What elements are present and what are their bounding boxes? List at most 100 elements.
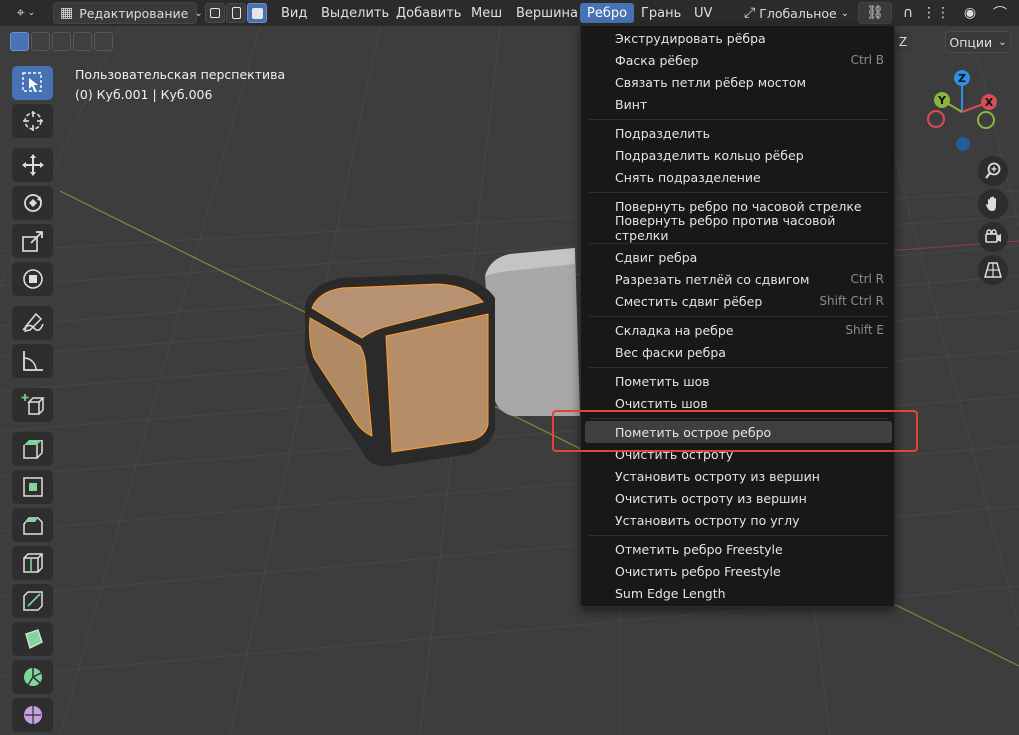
mode-selector[interactable]: ▦ Редактирование ⌄ [53, 2, 203, 24]
menu-item-sum-edge-length[interactable]: Sum Edge Length [585, 582, 892, 604]
rotate-tool[interactable] [12, 186, 53, 220]
highlight-annotation-box [552, 410, 918, 452]
smooth-icon [23, 706, 42, 724]
poly-build-tool[interactable] [12, 622, 53, 656]
annotate-tool[interactable] [12, 306, 53, 340]
menu-item-extrude-edges[interactable]: Экструдировать рёбра [585, 27, 892, 49]
menu-item-clear-sharp-from-vertices[interactable]: Очистить остроту из вершин [585, 487, 892, 509]
menu-mesh[interactable]: Меш [464, 3, 509, 23]
zoom-button[interactable] [978, 156, 1008, 186]
gizmo-neg-z-axis[interactable] [956, 137, 970, 151]
snap-increment-icon: ⋮⋮ [922, 5, 950, 21]
menu-item-mark-seam[interactable]: Пометить шов [585, 370, 892, 392]
mirror-z-toggle[interactable]: Z [894, 32, 912, 52]
menu-item-edge-slide[interactable]: Сдвиг ребра [585, 246, 892, 268]
select-subtract-button[interactable] [52, 32, 71, 51]
magnet-icon: ∩ [902, 5, 914, 21]
transform-tool[interactable] [12, 262, 53, 296]
navigation-gizmo[interactable]: Z Y X [922, 66, 1006, 156]
move-tool[interactable] [12, 148, 53, 182]
menu-edge[interactable]: Ребро [580, 3, 635, 23]
menu-item-offset-edge-slide[interactable]: Сместить сдвиг рёбер Shift Ctrl R [585, 290, 892, 312]
spin-tool[interactable] [12, 660, 53, 694]
menu-item-bevel-edges[interactable]: Фаска рёбер Ctrl B [585, 49, 892, 71]
menu-separator [589, 316, 888, 317]
editor-type-icon: ⌖ [16, 5, 25, 21]
svg-text:Z: Z [958, 72, 966, 85]
bevel-tool[interactable] [12, 508, 53, 542]
menu-vertex[interactable]: Вершина [509, 3, 585, 23]
menu-item-un-subdivide[interactable]: Снять подразделение [585, 166, 892, 188]
add-cube-icon [21, 394, 45, 415]
pivot-point-button[interactable]: ⛓ [858, 2, 892, 24]
select-new-button[interactable] [10, 32, 29, 51]
pan-button[interactable] [978, 189, 1008, 219]
poly-build-icon [24, 629, 43, 650]
select-box-icon [21, 72, 42, 92]
camera-view-button[interactable] [978, 222, 1008, 252]
proportional-falloff-button[interactable]: ⌒ [986, 2, 1014, 24]
menu-item-mark-sharp-from-vertices[interactable]: Установить остроту из вершин [585, 465, 892, 487]
proportional-edit-icon: ◉ [963, 5, 977, 21]
toggle-perspective-button[interactable] [978, 255, 1008, 285]
transform-orientation-selector[interactable]: ⤢ Глобальное ⌄ [740, 2, 853, 24]
select-box-tool[interactable] [12, 66, 53, 100]
menu-item-set-sharpness-by-angle[interactable]: Установить остроту по углу [585, 509, 892, 531]
menu-item-edge-crease[interactable]: Складка на ребре Shift E [585, 319, 892, 341]
add-cube-tool[interactable] [12, 388, 53, 422]
chevron-down-icon: ⌄ [27, 8, 36, 18]
chevron-down-icon: ⌄ [998, 36, 1007, 48]
inset-faces-icon [22, 477, 43, 497]
edit-mode-icon: ▦ [60, 5, 74, 21]
measure-tool[interactable] [12, 344, 53, 378]
menu-separator [589, 535, 888, 536]
options-label: Опции [949, 34, 993, 50]
knife-tool[interactable] [12, 584, 53, 618]
move-icon [21, 154, 44, 176]
svg-text:X: X [985, 96, 994, 109]
mode-label: Редактирование [79, 5, 189, 21]
extrude-region-tool[interactable] [12, 432, 53, 466]
gizmo-neg-y-axis[interactable] [977, 111, 995, 129]
menu-face[interactable]: Грань [634, 3, 688, 23]
spin-icon [23, 668, 42, 686]
menu-view[interactable]: Вид [274, 3, 314, 23]
loop-cut-tool[interactable] [12, 546, 53, 580]
inset-faces-tool[interactable] [12, 470, 53, 504]
snap-target-button[interactable]: ⋮⋮ [920, 2, 952, 24]
vertex-select-mode-button[interactable] [205, 3, 225, 23]
menu-item-subdivide-edge-ring[interactable]: Подразделить кольцо рёбер [585, 144, 892, 166]
selection-tool-modes [10, 32, 113, 52]
menu-add[interactable]: Добавить [389, 3, 468, 23]
menu-uv[interactable]: UV [687, 3, 719, 23]
menu-item-screw[interactable]: Винт [585, 93, 892, 115]
menu-item-subdivide[interactable]: Подразделить [585, 122, 892, 144]
snap-toggle-button[interactable]: ∩ [898, 2, 918, 24]
select-extend-button[interactable] [31, 32, 50, 51]
loop-cut-icon [22, 553, 43, 573]
face-select-mode-button[interactable] [247, 3, 267, 23]
gizmo-neg-x-axis[interactable] [927, 110, 945, 128]
menu-item-mark-freestyle-edge[interactable]: Отметить ребро Freestyle [585, 538, 892, 560]
orientation-label: Глобальное [759, 5, 837, 21]
menu-item-clear-freestyle-edge[interactable]: Очистить ребро Freestyle [585, 560, 892, 582]
menu-select[interactable]: Выделить [314, 3, 396, 23]
smooth-tool[interactable] [12, 698, 53, 732]
scale-tool[interactable] [12, 224, 53, 258]
select-intersect-button[interactable] [94, 32, 113, 51]
falloff-curve-icon: ⌒ [993, 6, 1007, 22]
menu-item-rotate-edge-ccw[interactable]: Повернуть ребро против часовой стрелки [585, 213, 892, 243]
edge-menu-dropdown: Экструдировать рёбра Фаска рёбер Ctrl B С… [580, 25, 895, 607]
editor-type-button[interactable]: ⌖ ⌄ [6, 2, 46, 24]
menu-item-loop-cut-slide[interactable]: Разрезать петлёй со сдвигом Ctrl R [585, 268, 892, 290]
menu-item-bridge-edge-loops[interactable]: Связать петли рёбер мостом [585, 71, 892, 93]
edge-select-mode-button[interactable] [226, 3, 246, 23]
cursor-tool[interactable] [12, 104, 53, 138]
menu-separator [589, 192, 888, 193]
bevel-icon [22, 517, 43, 535]
menu-item-edge-bevel-weight[interactable]: Вес фаски ребра [585, 341, 892, 363]
cursor-icon [22, 111, 43, 131]
proportional-edit-button[interactable]: ◉ [958, 2, 982, 24]
options-dropdown[interactable]: Опции ⌄ [945, 31, 1011, 53]
select-invert-button[interactable] [73, 32, 92, 51]
